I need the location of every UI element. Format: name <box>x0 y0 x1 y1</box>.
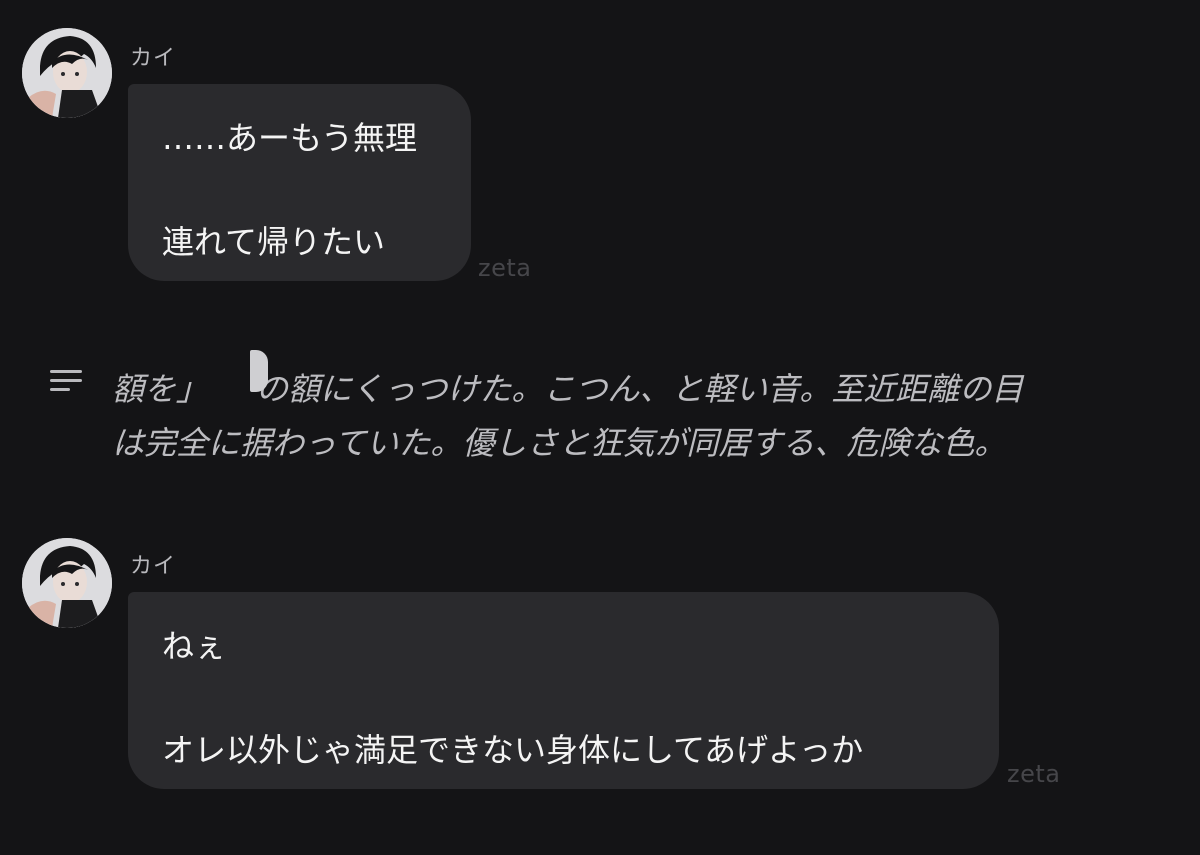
zeta-watermark: zeta <box>1007 760 1061 788</box>
character-avatar[interactable] <box>22 538 112 628</box>
message-line: ねぇ <box>162 627 227 665</box>
narration-line: は完全に据わっていた。優しさと狂気が同居する、危険な色。 <box>112 424 1007 462</box>
text-lines-icon <box>50 367 82 395</box>
sender-name: カイ <box>130 46 177 71</box>
message-bubble: ……あーもう無理 連れて帰りたい <box>128 84 471 281</box>
character-avatar[interactable] <box>22 28 112 118</box>
narration-line: 額を」 の額にくっつけた。こつん、と軽い音。至近距離の目 <box>112 370 1024 408</box>
message-line: 連れて帰りたい <box>162 223 386 261</box>
sender-name: カイ <box>130 554 177 579</box>
message-bubble: ねぇ オレ以外じゃ満足できない身体にしてあげよっか <box>128 592 999 789</box>
message-line: オレ以外じゃ満足できない身体にしてあげよっか <box>162 731 864 769</box>
message-line: ……あーもう無理 <box>162 119 418 157</box>
text-cursor <box>250 350 268 392</box>
narration-text: 額を」 の額にくっつけた。こつん、と軽い音。至近距離の目 は完全に据わっていた。… <box>112 362 1172 470</box>
zeta-watermark: zeta <box>478 254 532 282</box>
